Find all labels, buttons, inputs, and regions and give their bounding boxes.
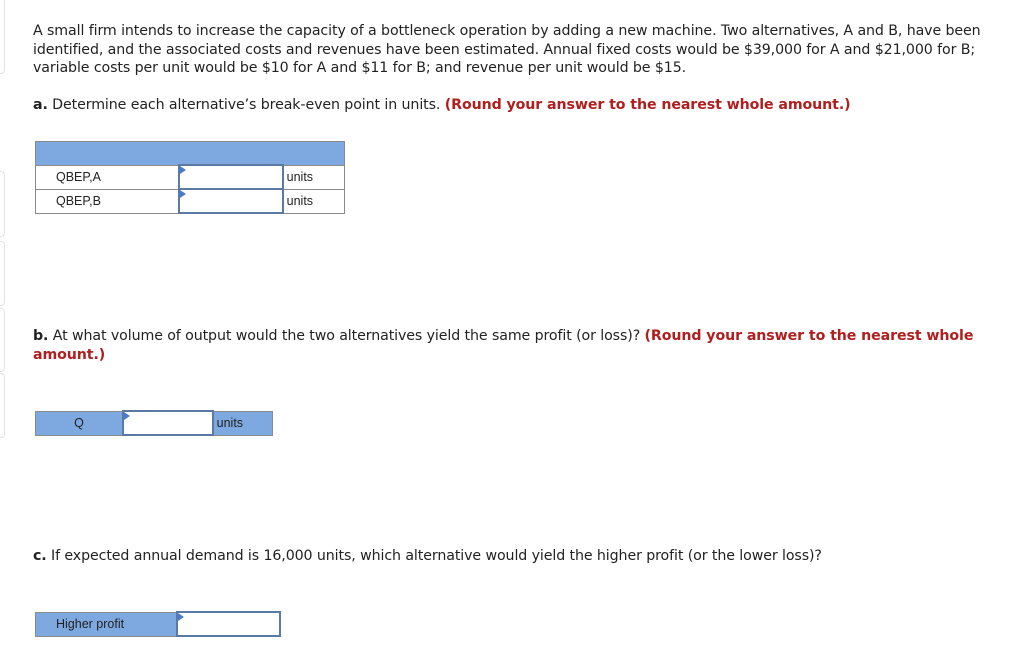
qbep-a-cell — [178, 164, 284, 190]
part-b-question: b. At what volume of output would the tw… — [33, 327, 1018, 364]
higher-profit-cell — [175, 611, 282, 637]
part-a-text: Determine each alternative’s break-even … — [47, 97, 445, 113]
table-row: Higher profit — [34, 611, 282, 637]
unit-label: units — [282, 164, 345, 190]
part-a-letter: a. — [33, 97, 48, 113]
unit-label: units — [212, 410, 273, 436]
qbep-a-input[interactable] — [180, 166, 282, 188]
input-flag-icon — [124, 412, 131, 420]
qbep-b-cell — [178, 188, 284, 214]
q-cell — [122, 410, 214, 436]
dropdown-flag-icon — [177, 613, 184, 621]
edge-panel — [0, 373, 5, 438]
indifference-table: Q units — [35, 410, 273, 436]
higher-profit-select[interactable] — [177, 613, 279, 635]
part-c-letter: c. — [33, 548, 47, 564]
break-even-table: QBEP,A units QBEP,B units — [35, 141, 345, 214]
unit-label: units — [282, 188, 345, 214]
table-row: QBEP,A units — [35, 164, 345, 190]
row-label-qbep-b: QBEP,B — [35, 188, 180, 214]
qbep-b-input[interactable] — [180, 190, 282, 212]
part-a-hint: (Round your answer to the nearest whole … — [444, 97, 851, 113]
q-input[interactable] — [124, 412, 212, 434]
row-label-q: Q — [35, 410, 124, 436]
edge-panel — [0, 308, 5, 372]
part-a-question: a. Determine each alternative’s break-ev… — [33, 96, 1018, 115]
input-flag-icon — [180, 190, 187, 198]
part-c-question: c. If expected annual demand is 16,000 u… — [33, 547, 1018, 566]
problem-statement: A small firm intends to increase the cap… — [33, 23, 981, 76]
table-row: Q units — [35, 410, 273, 436]
higher-profit-table: Higher profit — [34, 611, 282, 637]
table-header — [35, 141, 345, 166]
part-c-text: If expected annual demand is 16,000 unit… — [46, 548, 822, 564]
row-label-qbep-a: QBEP,A — [35, 164, 180, 190]
edge-panel — [0, 0, 5, 74]
part-b-letter: b. — [33, 328, 49, 344]
input-flag-icon — [180, 166, 187, 174]
table-row: QBEP,B units — [35, 188, 345, 214]
edge-panel — [0, 171, 5, 237]
edge-panel — [0, 241, 5, 306]
part-b-text: At what volume of output would the two a… — [48, 328, 645, 344]
row-label-higher-profit: Higher profit — [34, 611, 178, 637]
